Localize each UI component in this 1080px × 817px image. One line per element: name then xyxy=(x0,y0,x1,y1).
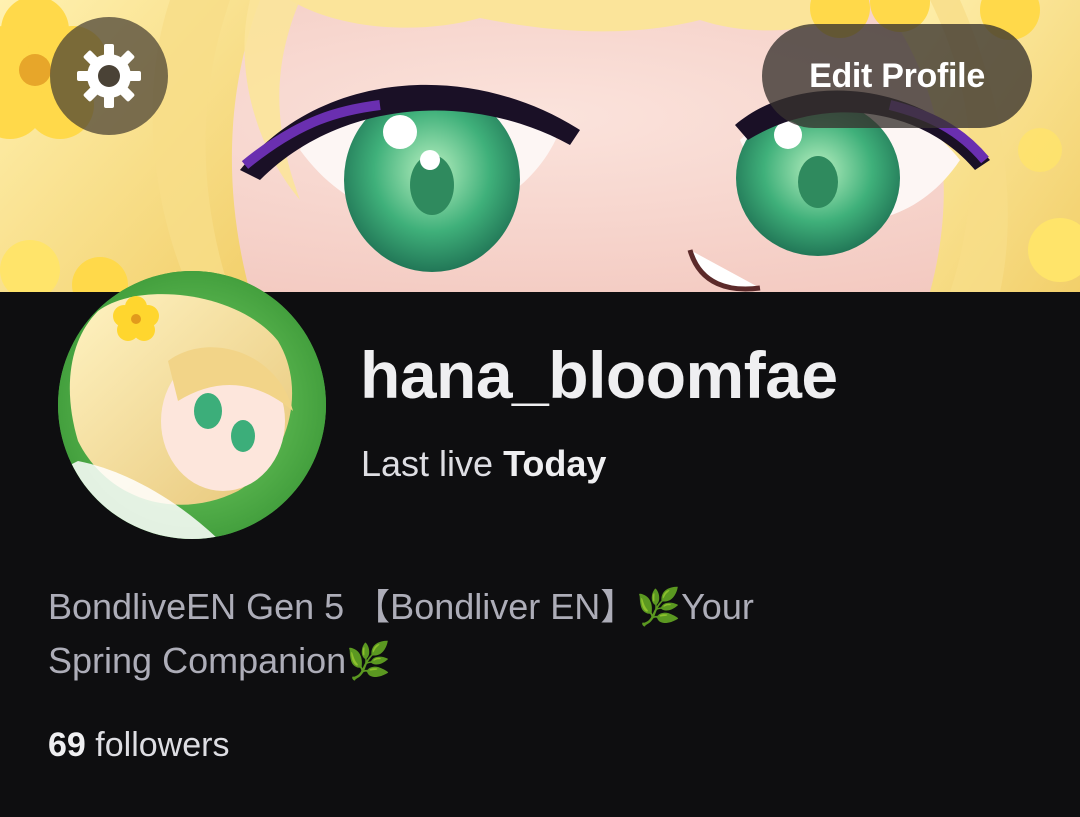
channel-bio: BondliveEN Gen 5 【Bondliver EN】🌿Your Spr… xyxy=(48,580,1048,688)
gear-icon xyxy=(77,44,141,108)
channel-username: hana_bloomfae xyxy=(360,338,838,412)
bio-line: BondliveEN Gen 5 【Bondliver EN】🌿Your xyxy=(48,586,754,627)
followers-count[interactable]: 69 followers xyxy=(48,720,229,770)
avatar[interactable] xyxy=(58,271,326,539)
followers-number: 69 xyxy=(48,726,86,764)
settings-button[interactable] xyxy=(50,17,168,135)
last-live-value: Today xyxy=(503,443,607,484)
followers-label: followers xyxy=(95,726,230,764)
bio-line: Spring Companion🌿 xyxy=(48,640,392,681)
last-live-label: Last live xyxy=(361,443,494,484)
last-live-status: Last live Today xyxy=(361,438,606,490)
edit-profile-button[interactable]: Edit Profile xyxy=(762,24,1032,128)
profile-banner: Edit Profile xyxy=(0,0,1080,292)
channel-profile-page: Edit Profile hana_bloomfae Last live Tod… xyxy=(0,0,1080,817)
